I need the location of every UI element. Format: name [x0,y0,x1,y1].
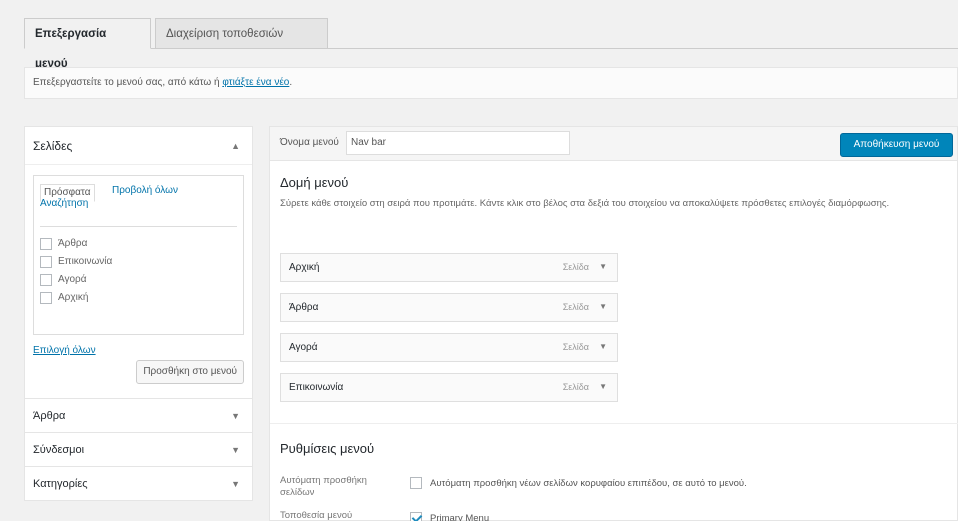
auto-add-pages-text: Αυτόματη προσθήκη νέων σελίδων κορυφαίου… [430,477,747,489]
page-label: Αρχική [58,292,89,303]
menu-item-type: Σελίδα [562,382,589,392]
tab-view-all-pages[interactable]: Προβολή όλων [112,185,178,196]
list-item[interactable]: Αγορά [40,271,237,289]
manage-text: Επεξεργαστείτε το μενού σας, από κάτω ή [33,77,223,88]
pages-tabs: Πρόσφατα Προβολή όλων Αναζήτηση Άρθρα Επι… [33,175,244,335]
accordion-label: Άρθρα [33,410,66,422]
menu-structure-title: Δομή μενού [280,175,349,190]
menus-page: Επεξεργασία μενού Διαχείριση τοποθεσιών … [24,0,958,521]
menu-item-type: Σελίδα [562,342,589,352]
expand-arrow-icon[interactable]: ▼ [599,262,607,271]
checkbox[interactable] [40,292,52,304]
auto-add-pages-checkbox[interactable] [410,477,422,489]
pages-box-title: Σελίδες [33,139,73,153]
collapse-arrow-icon[interactable]: ▲ [231,127,240,165]
list-item[interactable]: Επικοινωνία [40,253,237,271]
menu-item[interactable]: Άρθρα Σελίδα ▼ [280,293,618,322]
accordion-links[interactable]: Σύνδεσμοι ▼ [24,433,253,467]
expand-arrow-icon[interactable]: ▼ [599,382,607,391]
checkbox[interactable] [40,256,52,268]
save-menu-button[interactable]: Αποθήκευση μενού [840,133,953,157]
menu-edit-panel: Όνομα μενού Nav bar Αποθήκευση μενού Δομ… [269,126,958,521]
accordion-label: Σύνδεσμοι [33,444,85,456]
checkbox[interactable] [40,238,52,250]
menu-header: Όνομα μενού Nav bar Αποθήκευση μενού [270,127,957,161]
menu-item-title: Αγορά [289,342,318,353]
menu-item[interactable]: Επικοινωνία Σελίδα ▼ [280,373,618,402]
tab-edit-menus[interactable]: Επεξεργασία μενού [24,18,151,70]
menu-item[interactable]: Αρχική Σελίδα ▼ [280,253,618,282]
create-new-menu-link[interactable]: φτιάξτε ένα νέο [222,77,289,88]
menu-name-input[interactable]: Nav bar [346,131,570,155]
nav-tabs: Επεξεργασία μενού Διαχείριση τοποθεσιών [24,18,958,70]
menu-structure-description: Σύρετε κάθε στοιχείο στη σειρά που προτι… [280,198,890,209]
tab-manage-locations[interactable]: Διαχείριση τοποθεσιών [155,18,328,49]
primary-menu-text: Primary Menu [430,512,490,521]
menu-item[interactable]: Αγορά Σελίδα ▼ [280,333,618,362]
expand-arrow-icon: ▼ [231,479,240,489]
expand-arrow-icon[interactable]: ▼ [599,342,607,351]
menu-settings-title: Ρυθμίσεις μενού [280,441,375,456]
select-all-link[interactable]: Επιλογή όλων [33,345,244,356]
pages-box: Σελίδες ▲ Πρόσφατα Προβολή όλων Αναζήτηση… [24,126,253,399]
menu-item-type: Σελίδα [562,302,589,312]
menu-item-type: Σελίδα [562,262,589,272]
list-item[interactable]: Αρχική [40,289,237,307]
divider [270,423,958,424]
pages-checklist: Άρθρα Επικοινωνία Αγορά Αρχική [40,226,237,307]
page-label: Αγορά [58,274,87,285]
primary-menu-checkbox[interactable] [410,512,422,521]
accordion-label: Κατηγορίες [33,478,88,490]
manage-menus-bar: Επεξεργαστείτε το μενού σας, από κάτω ή … [24,67,958,99]
list-item[interactable]: Άρθρα [40,235,237,253]
pages-box-header[interactable]: Σελίδες ▲ [25,127,252,165]
page-label: Άρθρα [58,238,88,249]
auto-add-pages-label: Αυτόματη προσθήκη σελίδων [280,475,367,498]
accordion-posts[interactable]: Άρθρα ▼ [24,399,253,433]
expand-arrow-icon: ▼ [231,411,240,421]
menu-name-label: Όνομα μενού [280,137,339,148]
menu-location-label: Τοποθεσία μενού [280,510,353,521]
expand-arrow-icon: ▼ [231,445,240,455]
add-to-menu-button[interactable]: Προσθήκη στο μενού [136,360,244,384]
expand-arrow-icon[interactable]: ▼ [599,302,607,311]
page-label: Επικοινωνία [58,256,113,267]
tab-search-pages[interactable]: Αναζήτηση [40,198,88,209]
menu-item-title: Αρχική [289,262,320,273]
menu-item-title: Άρθρα [289,302,319,313]
add-menu-items-panel: Σελίδες ▲ Πρόσφατα Προβολή όλων Αναζήτηση… [24,126,253,501]
checkbox[interactable] [40,274,52,286]
accordion-categories[interactable]: Κατηγορίες ▼ [24,467,253,501]
menu-item-title: Επικοινωνία [289,382,344,393]
